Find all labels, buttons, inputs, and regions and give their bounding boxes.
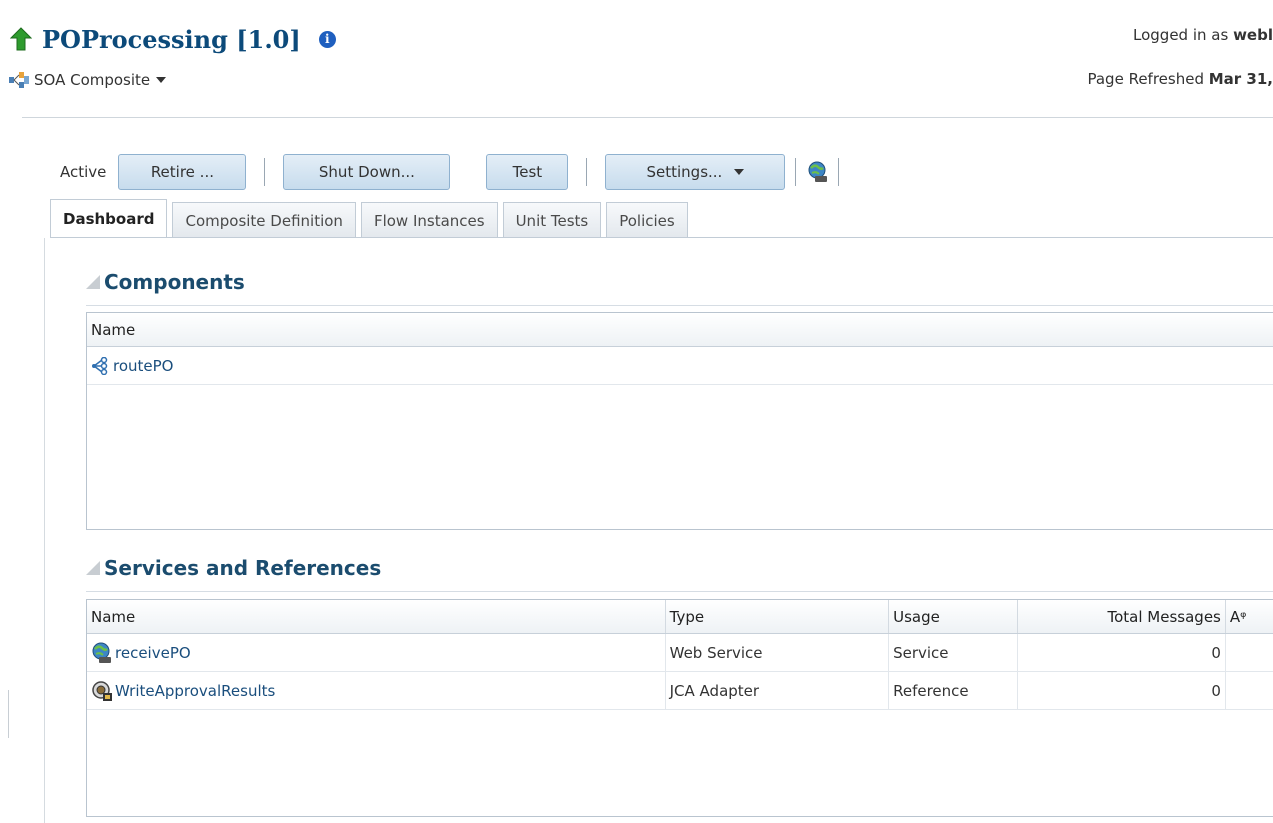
- service-link[interactable]: WriteApprovalResults: [115, 682, 275, 700]
- chevron-down-icon: [156, 77, 167, 83]
- section-divider: [86, 591, 1273, 592]
- tab-policies[interactable]: Policies: [606, 202, 688, 238]
- test-button[interactable]: Test: [486, 154, 569, 190]
- section-divider: [86, 305, 1273, 306]
- web-service-test-icon[interactable]: [806, 160, 830, 184]
- components-title: Components: [104, 270, 245, 294]
- header-divider: [22, 117, 1273, 118]
- logged-in-user[interactable]: webl: [1233, 26, 1273, 44]
- tab-dashboard[interactable]: Dashboard: [50, 199, 168, 238]
- service-name-cell: WriteApprovalResults: [87, 672, 666, 709]
- settings-label: Settings...: [646, 163, 723, 181]
- target-menu[interactable]: SOA Composite: [8, 68, 167, 92]
- chevron-down-icon: [734, 169, 745, 175]
- column-header-type[interactable]: Type: [666, 600, 890, 633]
- service-link[interactable]: receivePO: [115, 644, 191, 662]
- column-header-truncated[interactable]: Aᵠ: [1226, 600, 1273, 633]
- page-title: POProcessing [1.0]: [42, 24, 301, 54]
- page-left-border: [8, 690, 9, 738]
- table-row[interactable]: routePO: [87, 347, 1273, 385]
- toolbar-separator: [264, 158, 266, 186]
- usage-cell: Service: [889, 634, 1019, 671]
- composite-status: Active: [60, 163, 107, 181]
- mediator-icon: [92, 356, 108, 375]
- total-messages-cell: 0: [1018, 634, 1226, 671]
- logged-in-info: Logged in as webl: [1133, 26, 1273, 44]
- target-type-label: SOA Composite: [34, 71, 151, 89]
- components-section-header[interactable]: Components: [86, 270, 245, 294]
- components-table: Name routePO: [86, 312, 1273, 530]
- type-cell: Web Service: [666, 634, 890, 671]
- component-link[interactable]: routePO: [113, 357, 173, 375]
- column-header-usage[interactable]: Usage: [889, 600, 1019, 633]
- page-refreshed-info: Page Refreshed Mar 31,: [1087, 70, 1273, 88]
- collapse-triangle-icon: [86, 561, 100, 575]
- retire-button[interactable]: Retire ...: [118, 154, 247, 190]
- type-cell: JCA Adapter: [666, 672, 890, 709]
- services-title: Services and References: [104, 556, 382, 580]
- table-header: Name: [87, 313, 1273, 347]
- table-row[interactable]: WriteApprovalResults JCA Adapter Referen…: [87, 672, 1273, 710]
- service-name-cell: receivePO: [87, 634, 666, 671]
- toolbar-separator: [795, 158, 797, 186]
- tab-baseline: [50, 237, 1273, 238]
- refreshed-prefix: Page Refreshed: [1087, 70, 1204, 88]
- tab-bar: Dashboard Composite Definition Flow Inst…: [50, 199, 693, 238]
- truncated-cell: [1226, 634, 1273, 671]
- table-row[interactable]: receivePO Web Service Service 0: [87, 634, 1273, 672]
- collapse-triangle-icon: [86, 275, 100, 289]
- logged-in-prefix: Logged in as: [1133, 26, 1229, 44]
- tab-unit-tests[interactable]: Unit Tests: [502, 202, 602, 238]
- usage-cell: Reference: [889, 672, 1019, 709]
- column-header-total-messages[interactable]: Total Messages: [1018, 600, 1226, 633]
- toolbar-separator: [838, 158, 840, 186]
- content-left-border: [44, 238, 45, 823]
- shut-down-button[interactable]: Shut Down...: [283, 154, 451, 190]
- web-service-icon: [92, 642, 111, 663]
- services-section-header[interactable]: Services and References: [86, 556, 381, 580]
- settings-menu-button[interactable]: Settings...: [605, 154, 786, 190]
- column-header-name[interactable]: Name: [87, 600, 666, 633]
- composite-toolbar: Active Retire ... Shut Down... Test Sett…: [60, 152, 847, 192]
- column-header-name[interactable]: Name: [87, 313, 1273, 346]
- toolbar-separator: [586, 158, 588, 186]
- refreshed-value: Mar 31,: [1208, 70, 1273, 88]
- status-up-arrow-icon: [10, 27, 32, 51]
- truncated-cell: [1226, 672, 1273, 709]
- table-header: Name Type Usage Total Messages Aᵠ: [87, 600, 1273, 634]
- services-table: Name Type Usage Total Messages Aᵠ receiv…: [86, 599, 1273, 817]
- soa-composite-icon: [9, 72, 29, 88]
- component-name-cell: routePO: [87, 347, 1273, 384]
- jca-adapter-icon: [92, 680, 112, 701]
- tab-flow-instances[interactable]: Flow Instances: [360, 202, 498, 238]
- tab-composite-definition[interactable]: Composite Definition: [172, 202, 356, 238]
- header-title-row: POProcessing [1.0] i: [10, 22, 336, 56]
- info-icon[interactable]: i: [318, 30, 336, 48]
- total-messages-cell: 0: [1018, 672, 1226, 709]
